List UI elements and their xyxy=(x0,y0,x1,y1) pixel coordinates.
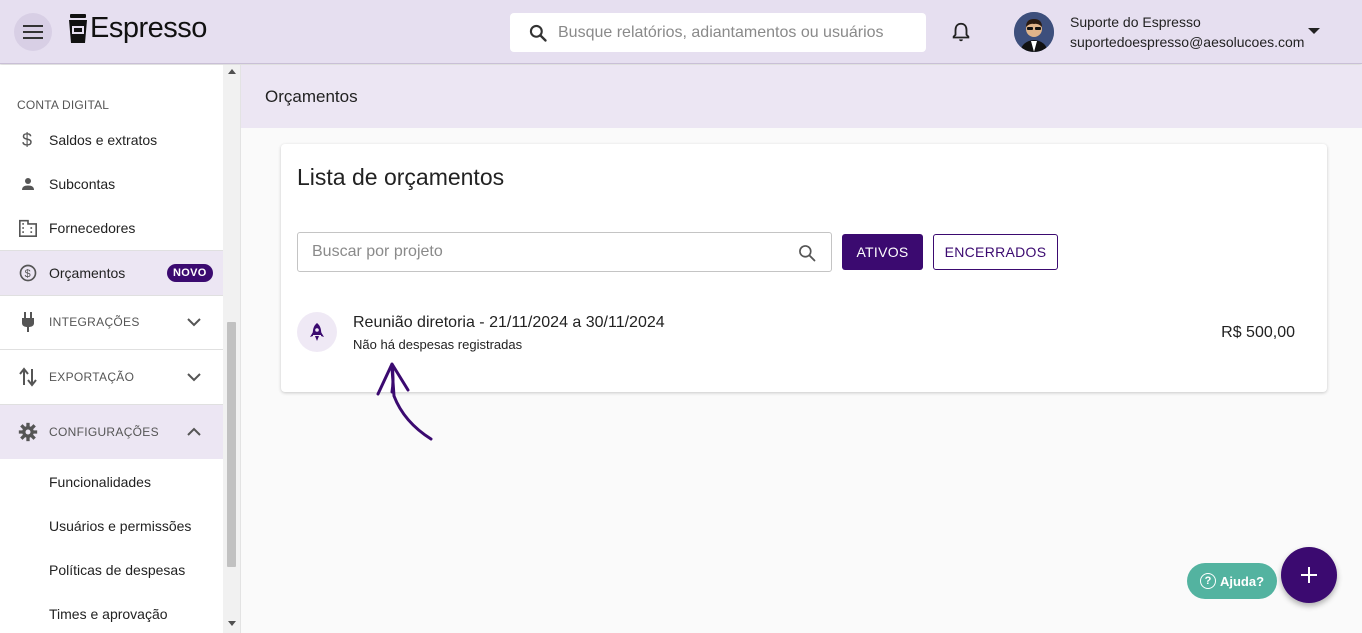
chevron-down-icon xyxy=(187,318,201,327)
coffee-cup-icon xyxy=(69,13,87,43)
plug-icon xyxy=(18,312,38,332)
sidebar-divider xyxy=(0,349,223,350)
notification-bell-icon[interactable] xyxy=(950,21,972,43)
export-icon xyxy=(18,367,38,387)
plus-icon xyxy=(1301,567,1317,583)
building-icon xyxy=(18,218,38,238)
page-header: Orçamentos xyxy=(241,65,1362,128)
sidebar: CONTA DIGITAL $ Saldos e extratos Subcon… xyxy=(0,65,241,633)
sidebar-item-label: Fornecedores xyxy=(49,220,136,236)
svg-text:$: $ xyxy=(22,130,32,150)
sidebar-group-label: CONFIGURAÇÕES xyxy=(49,425,159,439)
sidebar-group-configuracoes[interactable]: CONFIGURAÇÕES xyxy=(0,405,223,459)
chevron-up-icon xyxy=(187,427,201,436)
help-label: Ajuda? xyxy=(1219,573,1265,589)
budget-row[interactable]: Reunião diretoria - 21/11/2024 a 30/11/2… xyxy=(281,304,1327,360)
svg-text:$: $ xyxy=(25,268,31,280)
search-icon[interactable] xyxy=(797,243,817,263)
annotation-arrow-icon xyxy=(376,362,433,441)
user-avatar[interactable] xyxy=(1014,12,1054,52)
page-title: Orçamentos xyxy=(265,87,358,106)
chevron-down-icon xyxy=(187,373,201,382)
sidebar-subitem-funcionalidades[interactable]: Funcionalidades xyxy=(49,474,151,490)
scroll-thumb[interactable] xyxy=(227,322,236,567)
project-search-input[interactable] xyxy=(312,243,782,261)
gear-icon xyxy=(18,422,38,442)
project-search[interactable] xyxy=(297,232,832,272)
sidebar-subitem-times[interactable]: Times e aprovação xyxy=(49,606,168,622)
global-search[interactable] xyxy=(510,13,926,52)
budget-row-title: Reunião diretoria - 21/11/2024 a 30/11/2… xyxy=(353,314,665,331)
sidebar-divider xyxy=(0,295,223,296)
sidebar-group-exportacao[interactable]: EXPORTAÇÃO xyxy=(0,355,223,399)
sidebar-item-saldos[interactable]: $ Saldos e extratos xyxy=(0,118,223,162)
sidebar-item-label: Orçamentos xyxy=(49,265,126,281)
person-icon xyxy=(18,174,38,194)
search-icon xyxy=(529,24,547,42)
sidebar-item-label: Subcontas xyxy=(49,176,116,192)
add-budget-fab[interactable] xyxy=(1281,547,1337,603)
budget-icon: $ xyxy=(18,263,38,283)
sidebar-section-title: CONTA DIGITAL xyxy=(17,98,110,112)
budget-row-value: R$ 500,00 xyxy=(1221,324,1295,341)
sidebar-group-label: INTEGRAÇÕES xyxy=(49,315,140,329)
sidebar-subitem-politicas[interactable]: Políticas de despesas xyxy=(49,562,185,578)
rocket-icon xyxy=(297,312,337,352)
budget-row-subtitle: Não há despesas registradas xyxy=(353,337,523,352)
avatar-icon xyxy=(1014,12,1054,52)
sidebar-item-fornecedores[interactable]: Fornecedores xyxy=(0,206,223,250)
dollar-icon: $ xyxy=(18,130,38,150)
sidebar-subitem-usuarios[interactable]: Usuários e permissões xyxy=(49,518,191,534)
scroll-up-icon[interactable] xyxy=(228,69,236,74)
sidebar-group-label: EXPORTAÇÃO xyxy=(49,370,135,384)
help-question-icon: ? xyxy=(1199,573,1216,589)
help-button[interactable]: ? Ajuda? xyxy=(1187,563,1277,599)
user-name: Suporte do Espresso xyxy=(1070,14,1201,30)
user-email: suportedoespresso@aesolucoes.com xyxy=(1070,34,1305,50)
user-menu-caret-icon[interactable] xyxy=(1308,28,1320,34)
sidebar-item-label: Saldos e extratos xyxy=(49,132,158,148)
closed-filter-button[interactable]: ENCERRADOS xyxy=(933,234,1058,270)
hamburger-menu-button[interactable] xyxy=(14,13,52,51)
global-search-input[interactable] xyxy=(558,23,918,42)
card-title: Lista de orçamentos xyxy=(297,164,505,190)
top-bar: Espresso Suporte do Espresso suportedoes… xyxy=(0,0,1362,64)
menu-icon xyxy=(23,25,43,39)
sidebar-item-orcamentos[interactable]: $ Orçamentos NOVO xyxy=(0,251,223,295)
sidebar-group-integracoes[interactable]: INTEGRAÇÕES xyxy=(0,300,223,344)
scroll-down-icon[interactable] xyxy=(228,621,236,626)
sidebar-scrollbar[interactable] xyxy=(223,65,240,633)
sidebar-item-subcontas[interactable]: Subcontas xyxy=(0,162,223,206)
budget-list-card: Lista de orçamentos ATIVOS ENCERRADOS Re… xyxy=(281,144,1327,392)
espresso-logo[interactable]: Espresso xyxy=(68,12,207,45)
logo-text: Espresso xyxy=(90,12,207,44)
active-filter-button[interactable]: ATIVOS xyxy=(842,234,923,270)
new-badge: NOVO xyxy=(167,264,213,282)
